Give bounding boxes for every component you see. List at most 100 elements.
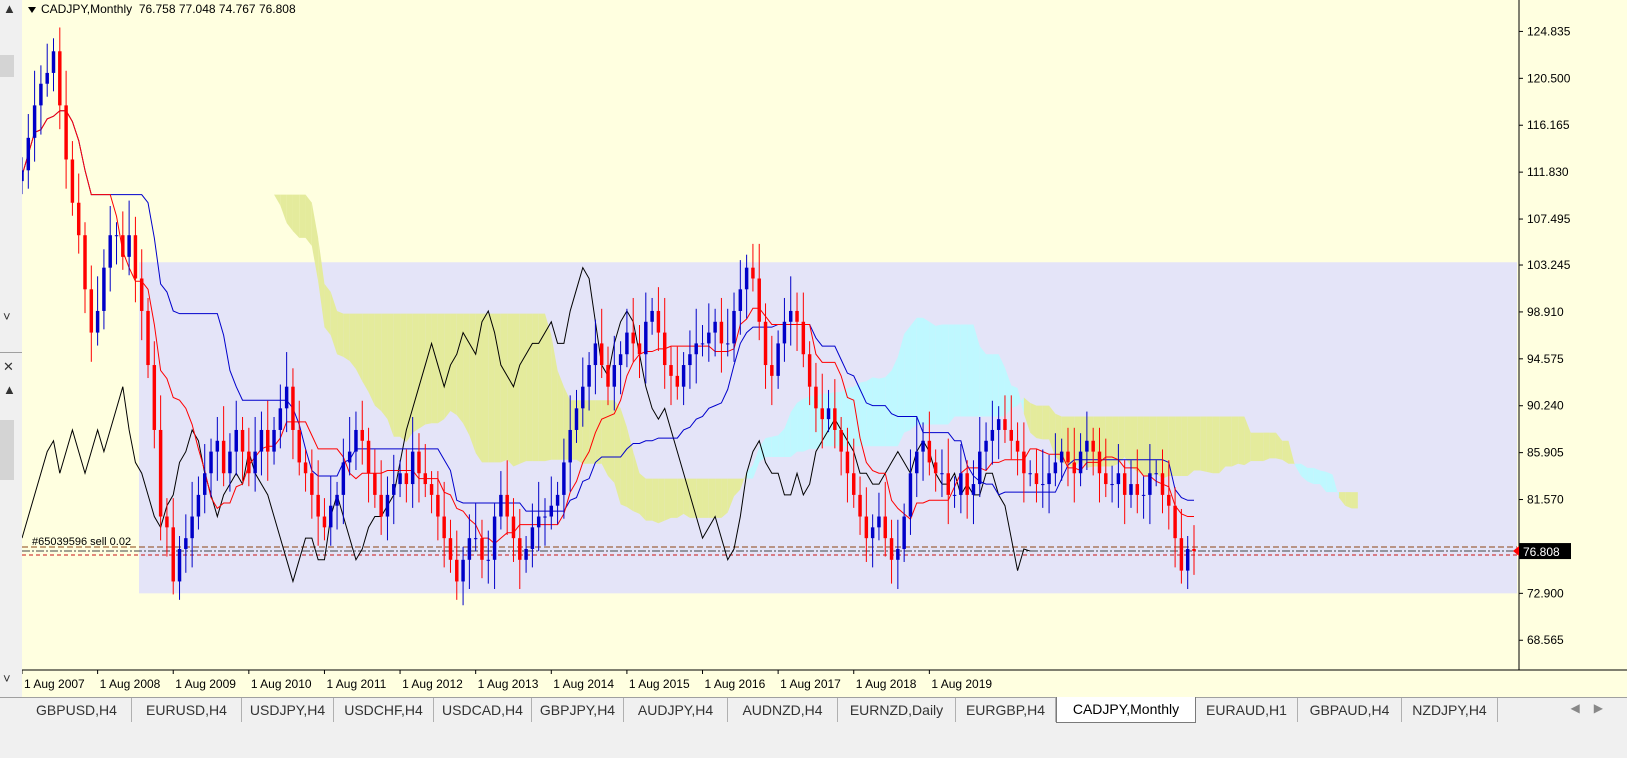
cloud-segment bbox=[708, 478, 716, 518]
candle-body bbox=[707, 332, 711, 344]
cloud-segment bbox=[274, 194, 281, 206]
tab-gbpjpy-h4[interactable]: GBPJPY,H4 bbox=[532, 698, 624, 722]
candle-body bbox=[725, 343, 730, 345]
x-tick-label: 1 Aug 2016 bbox=[705, 677, 766, 691]
candle-body bbox=[404, 473, 409, 485]
candle-body bbox=[461, 559, 465, 582]
candle-body bbox=[574, 408, 579, 430]
candle-body bbox=[385, 494, 390, 517]
cloud-segment bbox=[1225, 416, 1232, 467]
candle-body bbox=[593, 343, 598, 366]
candle-body bbox=[1097, 451, 1102, 474]
cloud-segment bbox=[412, 313, 419, 433]
cloud-segment bbox=[198, 129, 205, 133]
chevron-left-icon[interactable]: ◀ bbox=[1571, 701, 1594, 715]
chevron-down-icon[interactable]: ˅ bbox=[3, 310, 11, 324]
chevron-right-icon[interactable]: ▶ bbox=[1594, 701, 1617, 715]
tab-usdchf-h4[interactable]: USDCHF,H4 bbox=[334, 698, 434, 722]
x-tick-label: 1 Aug 2009 bbox=[175, 677, 236, 691]
candle-body bbox=[996, 419, 1001, 430]
tab-usdjpy-h4[interactable]: USDJPY,H4 bbox=[242, 698, 334, 722]
dropdown-triangle-icon[interactable] bbox=[28, 6, 36, 13]
scroll-thumb[interactable] bbox=[0, 55, 14, 77]
candle bbox=[45, 43, 49, 97]
candle-body bbox=[329, 505, 333, 528]
candle bbox=[89, 265, 94, 362]
candle-body bbox=[933, 462, 938, 474]
tab-nzdjpy-h4[interactable]: NZDJPY,H4 bbox=[1402, 698, 1498, 722]
tab-eurusd-h4[interactable]: EURUSD,H4 bbox=[132, 698, 242, 722]
cloud-segment bbox=[1137, 416, 1144, 475]
candle bbox=[39, 65, 43, 135]
cloud-segment bbox=[192, 132, 199, 155]
candle-body bbox=[247, 451, 251, 474]
tab-audjpy-h4[interactable]: AUDJPY,H4 bbox=[624, 698, 728, 722]
cloud-segment bbox=[1263, 432, 1270, 462]
candle bbox=[22, 157, 24, 195]
cloud-segment bbox=[923, 317, 930, 425]
candle-body bbox=[984, 440, 988, 452]
candle-body bbox=[814, 386, 818, 409]
cloud-segment bbox=[236, 121, 243, 141]
tab-gbpaud-h4[interactable]: GBPAUD,H4 bbox=[1298, 698, 1402, 722]
candle-body bbox=[688, 354, 692, 366]
cloud-segment bbox=[608, 400, 615, 483]
candle-body bbox=[366, 440, 371, 474]
candle-body bbox=[486, 559, 491, 561]
cloud-segment bbox=[362, 313, 369, 393]
candle bbox=[32, 70, 37, 162]
candle bbox=[95, 276, 100, 346]
cloud-segment bbox=[305, 194, 312, 247]
cloud-segment bbox=[1175, 416, 1182, 476]
candle-body bbox=[379, 494, 383, 517]
chevron-down-icon[interactable]: ˅ bbox=[3, 672, 11, 686]
cloud-segment bbox=[967, 324, 974, 417]
cloud-segment bbox=[406, 313, 413, 443]
tab-cadjpy-monthly[interactable]: CADJPY,Monthly bbox=[1056, 697, 1196, 723]
cloud-segment bbox=[803, 396, 810, 452]
candle-body bbox=[114, 235, 119, 237]
candle-body bbox=[209, 451, 213, 474]
candle-body bbox=[146, 310, 150, 366]
candle-body bbox=[259, 429, 264, 452]
tab-scroll-arrows[interactable]: ◀▶ bbox=[1571, 701, 1617, 715]
cloud-segment bbox=[935, 324, 942, 425]
close-icon[interactable]: ✕ bbox=[3, 360, 14, 374]
candle-body bbox=[133, 235, 138, 279]
y-tick-label: 98.910 bbox=[1527, 305, 1564, 319]
tab-gbpusd-h4[interactable]: GBPUSD,H4 bbox=[22, 698, 132, 722]
cloud-segment bbox=[532, 313, 539, 462]
candle-body bbox=[549, 505, 554, 517]
x-tick-label: 1 Aug 2007 bbox=[24, 677, 85, 691]
cloud-segment bbox=[544, 313, 552, 462]
tab-eurgbp-h4[interactable]: EURGBP,H4 bbox=[956, 698, 1056, 722]
candle-body bbox=[448, 538, 453, 560]
arrow-up-icon[interactable]: ▲ bbox=[3, 2, 16, 16]
candle-body bbox=[915, 451, 919, 474]
candle-body bbox=[234, 429, 238, 452]
candle-body bbox=[284, 386, 289, 409]
tab-usdcad-h4[interactable]: USDCAD,H4 bbox=[434, 698, 532, 722]
tab-audnzd-h4[interactable]: AUDNZD,H4 bbox=[728, 698, 838, 722]
cloud-segment bbox=[1212, 416, 1220, 474]
scroll-thumb-lower[interactable] bbox=[0, 420, 14, 480]
candle-body bbox=[423, 473, 428, 485]
chart-area[interactable]: #65039596 sell 0.02 124.835 120.500 116.165… bbox=[22, 0, 1627, 697]
candle-body bbox=[877, 516, 881, 528]
candle bbox=[108, 206, 112, 292]
arrow-up-icon[interactable]: ▲ bbox=[3, 383, 16, 397]
left-panel-strip: ▲ ˅ ✕ ▲ ˅ bbox=[0, 0, 23, 697]
candle-body bbox=[700, 343, 705, 345]
cloud-segment bbox=[916, 317, 924, 425]
candle-body bbox=[568, 429, 572, 463]
candlestick-chart[interactable]: #65039596 sell 0.02 124.835 120.500 116.165… bbox=[22, 0, 1627, 697]
y-tick-label: 72.900 bbox=[1527, 586, 1564, 600]
candle-body bbox=[253, 451, 257, 474]
chart-title: CADJPY,Monthly 76.758 77.048 74.767 76.8… bbox=[28, 2, 296, 16]
tab-euraud-h1[interactable]: EURAUD,H1 bbox=[1196, 698, 1298, 722]
cloud-segment bbox=[1130, 416, 1138, 472]
candle-body bbox=[978, 451, 982, 485]
cloud-segment bbox=[418, 313, 426, 429]
candle-body bbox=[883, 516, 887, 539]
tab-eurnzd-daily[interactable]: EURNZD,Daily bbox=[838, 698, 956, 722]
